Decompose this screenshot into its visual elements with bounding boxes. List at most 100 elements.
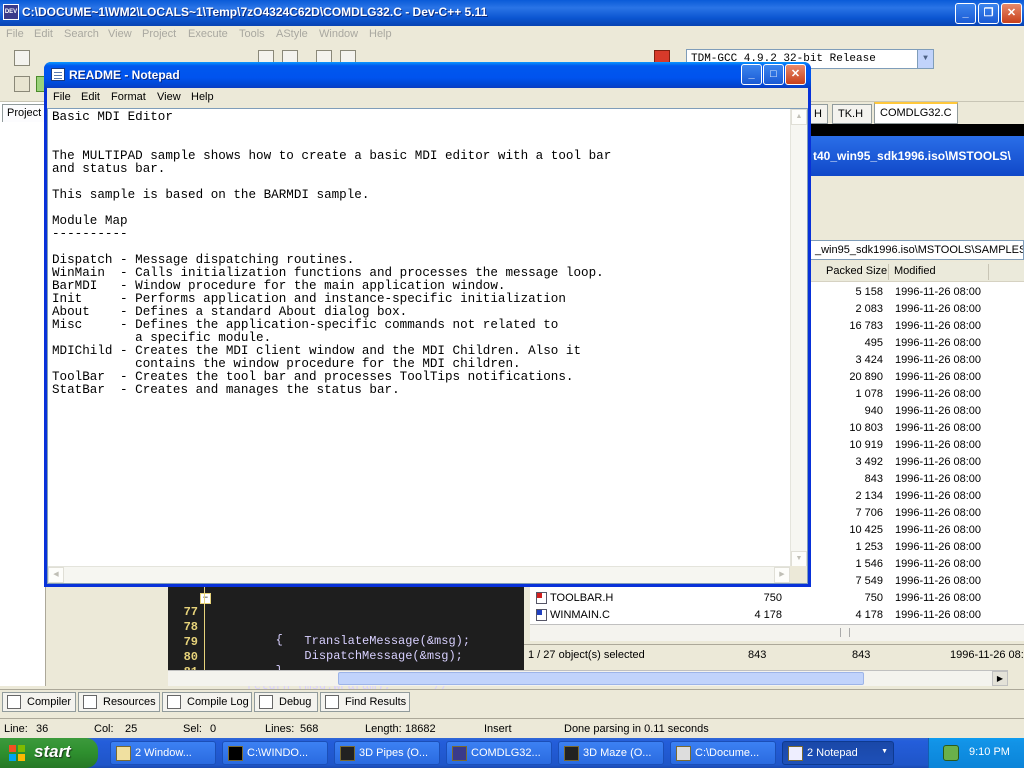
file-modified: 1996-11-26 08:00 xyxy=(895,303,982,315)
clock[interactable]: 9:10 PM xyxy=(969,746,1010,758)
devcpp-minimize-button[interactable]: _ xyxy=(955,3,976,24)
tab-resources[interactable]: Resources xyxy=(78,692,160,712)
fold-collapse-icon[interactable]: − xyxy=(200,593,211,604)
menu-window[interactable]: Window xyxy=(319,28,358,40)
menu-file[interactable]: File xyxy=(6,28,24,40)
scroll-right-icon[interactable]: ▶ xyxy=(992,671,1008,686)
tray-icon[interactable] xyxy=(943,745,959,761)
tab-compiler[interactable]: Compiler xyxy=(2,692,76,712)
task-label: 3D Pipes (O... xyxy=(359,747,429,759)
file-packed-size: 5 158 xyxy=(855,286,883,298)
notepad-menu-file[interactable]: File xyxy=(53,91,71,103)
file-packed-size: 1 546 xyxy=(855,558,883,570)
menu-help[interactable]: Help xyxy=(369,28,392,40)
start-button[interactable]: start xyxy=(0,738,98,768)
new-file-icon[interactable] xyxy=(14,50,30,66)
file-modified: 1996-11-26 08:00 xyxy=(895,524,982,536)
task-label: 2 Window... xyxy=(135,747,192,759)
explorer-status-selected: 1 / 27 object(s) selected xyxy=(528,649,645,661)
file-row[interactable]: TOOLBAR.H 750 750 1996-11-26 08:00 xyxy=(530,590,1024,607)
task-button-7zip[interactable]: C:\Docume... xyxy=(670,741,776,765)
file-name: TOOLBAR.H xyxy=(550,592,614,604)
notepad-close-button[interactable]: ✕ xyxy=(785,64,806,85)
menu-execute[interactable]: Execute xyxy=(188,28,228,40)
notepad-menu-format[interactable]: Format xyxy=(111,91,146,103)
notepad-minimize-button[interactable]: _ xyxy=(741,64,762,85)
project-icon[interactable] xyxy=(14,76,30,92)
file-packed-size: 10 919 xyxy=(849,439,883,451)
task-label: C:\Docume... xyxy=(695,747,760,759)
notepad-titlebar[interactable]: README - Notepad _ □ ✕ xyxy=(44,62,811,88)
taskbar: start 2 Window... C:\WINDO... 3D Pipes (… xyxy=(0,738,1024,768)
notepad-horizontal-scrollbar[interactable]: ◀ ▶ xyxy=(48,566,790,583)
scroll-thumb[interactable] xyxy=(338,672,864,685)
editor-tabs: H TK.H COMDLG32.C ▲ xyxy=(808,102,1024,140)
notepad-menu-view[interactable]: View xyxy=(157,91,181,103)
menu-tools[interactable]: Tools xyxy=(239,28,265,40)
explorer-header: Packed Size Modified xyxy=(808,262,1024,282)
notepad-maximize-button[interactable]: □ xyxy=(763,64,784,85)
column-packed-size[interactable]: Packed Size xyxy=(826,265,887,277)
code-horizontal-scrollbar[interactable]: ▶ xyxy=(168,670,1008,686)
menu-astyle[interactable]: AStyle xyxy=(276,28,308,40)
scroll-up-icon[interactable]: ▲ xyxy=(791,109,807,125)
task-button-cmd[interactable]: C:\WINDO... xyxy=(222,741,328,765)
scroll-down-icon[interactable]: ▼ xyxy=(791,551,807,567)
file-modified: 1996-11-26 08:00 xyxy=(895,371,982,383)
resize-grip[interactable] xyxy=(790,566,807,583)
menu-project[interactable]: Project xyxy=(142,28,176,40)
code-editor[interactable]: 77 − { 78 TranslateMessage(&msg); 79 Dis… xyxy=(168,586,524,693)
notepad-text-content[interactable]: Basic MDI Editor The MULTIPAD sample sho… xyxy=(52,111,788,567)
menu-edit[interactable]: Edit xyxy=(34,28,53,40)
editor-tab[interactable]: TK.H xyxy=(832,104,872,124)
file-packed-size: 3 424 xyxy=(855,354,883,366)
editor-tab[interactable]: H xyxy=(808,104,828,124)
file-icon xyxy=(536,609,547,621)
scroll-left-icon[interactable]: ◀ xyxy=(48,567,64,583)
explorer-title: t40_win95_sdk1996.iso\MSTOOLS\ xyxy=(808,136,1024,176)
task-button-notepad[interactable]: 2 Notepad ▼ xyxy=(782,741,894,765)
notepad-menu-help[interactable]: Help xyxy=(191,91,214,103)
scroll-grip-icon xyxy=(840,628,850,637)
menu-view[interactable]: View xyxy=(108,28,132,40)
file-packed-size: 495 xyxy=(864,337,883,349)
tab-debug[interactable]: Debug xyxy=(254,692,318,712)
column-modified[interactable]: Modified xyxy=(894,265,936,277)
status-mode: Insert xyxy=(484,723,512,735)
task-button-3d-pipes[interactable]: 3D Pipes (O... xyxy=(334,741,440,765)
explorer-horizontal-scrollbar[interactable] xyxy=(530,624,1024,641)
devcpp-close-button[interactable]: ✕ xyxy=(1001,3,1022,24)
task-button-devcpp[interactable]: COMDLG32... xyxy=(446,741,552,765)
file-packed-size: 1 253 xyxy=(855,541,883,553)
tab-compile-log[interactable]: Compile Log xyxy=(162,692,252,712)
compiler-icon xyxy=(7,695,21,709)
chevron-down-icon[interactable]: ▼ xyxy=(917,50,933,68)
task-label: COMDLG32... xyxy=(471,747,541,759)
editor-tab-active[interactable]: COMDLG32.C xyxy=(874,102,958,124)
status-sel-label: Sel: xyxy=(183,723,202,735)
status-line-label: Line: xyxy=(4,723,28,735)
task-button-windows[interactable]: 2 Window... xyxy=(110,741,216,765)
devcpp-titlebar[interactable]: DEV C:\DOCUME~1\WM2\LOCALS~1\Temp\7zO432… xyxy=(0,0,1024,26)
tab-project[interactable]: Project xyxy=(2,104,46,122)
file-row[interactable]: WINMAIN.C 4 178 4 178 1996-11-26 08:00 xyxy=(530,607,1024,624)
column-divider xyxy=(988,264,989,280)
devcpp-restore-button[interactable]: ❐ xyxy=(978,3,999,24)
explorer-path-field[interactable]: _win95_sdk1996.iso\MSTOOLS\SAMPLES\FRI xyxy=(808,240,1024,260)
file-packed-size: 10 425 xyxy=(849,524,883,536)
7zip-icon xyxy=(676,746,691,761)
code-line: 78 TranslateMessage(&msg); xyxy=(168,606,524,648)
menu-search[interactable]: Search xyxy=(64,28,99,40)
file-modified: 1996-11-26 08:00 xyxy=(895,388,982,400)
chart-icon xyxy=(167,695,181,709)
notepad-menu-edit[interactable]: Edit xyxy=(81,91,100,103)
scroll-right-icon[interactable]: ▶ xyxy=(774,567,790,583)
file-modified: 1996-11-26 08:00 xyxy=(895,575,982,587)
notepad-text-area[interactable]: Basic MDI Editor The MULTIPAD sample sho… xyxy=(47,108,808,584)
file-packed-size: 16 783 xyxy=(849,320,883,332)
tab-find-results[interactable]: Find Results xyxy=(320,692,410,712)
task-button-3d-maze[interactable]: 3D Maze (O... xyxy=(558,741,664,765)
file-name: WINMAIN.C xyxy=(550,609,610,621)
file-modified: 1996-11-26 08:00 xyxy=(895,507,982,519)
notepad-vertical-scrollbar[interactable]: ▲ ▼ xyxy=(790,109,807,567)
